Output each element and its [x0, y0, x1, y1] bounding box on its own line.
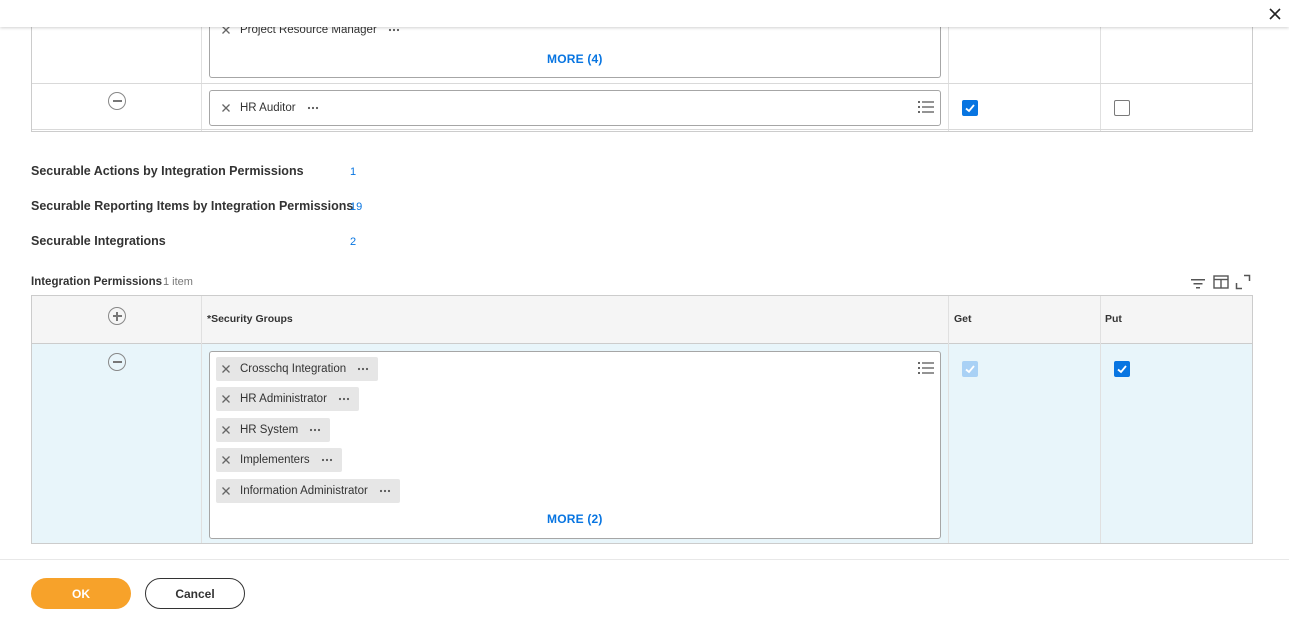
cancel-button[interactable]: Cancel	[145, 578, 245, 609]
pill-label: HR System	[240, 424, 299, 436]
more-link[interactable]: MORE (4)	[547, 52, 603, 66]
get-checkbox[interactable]	[962, 361, 978, 377]
prompt-list-icon[interactable]	[918, 100, 934, 114]
integration-permissions-title: Integration Permissions	[31, 276, 163, 288]
column-divider	[1100, 296, 1101, 543]
edit-permissions-page: Project Resource Manager MORE (4) HR Aud…	[0, 0, 1289, 625]
selected-item-pill: HR System	[216, 418, 331, 442]
page-header-bar	[0, 0, 1289, 27]
remove-item-icon[interactable]	[221, 364, 231, 374]
pill-label: HR Auditor	[240, 102, 296, 114]
more-options-icon[interactable]	[356, 364, 370, 374]
column-layout-icon[interactable]	[1213, 274, 1229, 290]
more-options-icon[interactable]	[337, 394, 351, 404]
item-count: 1 item	[163, 276, 193, 288]
remove-item-icon[interactable]	[221, 394, 231, 404]
more-link[interactable]: MORE (2)	[547, 512, 603, 526]
remove-item-icon[interactable]	[221, 486, 231, 496]
securable-actions-label: Securable Actions by Integration Permiss…	[31, 164, 304, 178]
row-divider	[32, 83, 1252, 84]
footer-divider	[0, 559, 1289, 560]
column-divider	[948, 296, 949, 543]
close-icon[interactable]	[1266, 5, 1284, 23]
prompt-list-icon[interactable]	[918, 361, 934, 375]
more-options-icon[interactable]	[308, 425, 322, 435]
checkmark-icon	[965, 365, 975, 374]
remove-row-icon[interactable]	[108, 353, 126, 371]
row-divider	[32, 129, 1252, 130]
selected-item-pill: HR Auditor	[216, 96, 328, 120]
pill-label: Implementers	[240, 454, 310, 466]
put-checkbox[interactable]	[1114, 100, 1130, 116]
selected-item-pill: Implementers	[216, 448, 342, 472]
more-options-icon[interactable]	[320, 455, 334, 465]
pill-label: Information Administrator	[240, 485, 368, 497]
more-options-icon[interactable]	[306, 103, 320, 113]
securable-integrations-label: Securable Integrations	[31, 234, 166, 248]
securable-reporting-items-label: Securable Reporting Items by Integration…	[31, 199, 354, 213]
remove-item-icon[interactable]	[221, 103, 231, 113]
filter-icon[interactable]	[1190, 276, 1206, 292]
ok-button[interactable]: OK	[31, 578, 131, 609]
get-column-header[interactable]: Get	[954, 313, 972, 325]
checkmark-icon	[1117, 365, 1127, 374]
expand-icon[interactable]	[1235, 274, 1251, 290]
pill-label: Crosschq Integration	[240, 363, 347, 375]
security-groups-column-header[interactable]: *Security Groups	[207, 313, 293, 325]
securable-reporting-items-count[interactable]: 19	[350, 201, 362, 213]
securable-actions-count[interactable]: 1	[350, 166, 356, 178]
selected-item-pill: Crosschq Integration	[216, 357, 379, 381]
selected-item-pill: Information Administrator	[216, 479, 400, 503]
get-checkbox[interactable]	[962, 100, 978, 116]
securable-integrations-count[interactable]: 2	[350, 236, 356, 248]
checkmark-icon	[965, 104, 975, 113]
put-column-header[interactable]: Put	[1105, 313, 1122, 325]
add-row-icon[interactable]	[108, 307, 126, 325]
column-divider	[201, 296, 202, 543]
selected-item-pill: HR Administrator	[216, 387, 359, 411]
remove-item-icon[interactable]	[221, 455, 231, 465]
more-options-icon[interactable]	[378, 486, 392, 496]
header-divider	[32, 343, 1252, 344]
pill-label: HR Administrator	[240, 393, 327, 405]
remove-row-icon[interactable]	[108, 92, 126, 110]
remove-item-icon[interactable]	[221, 425, 231, 435]
put-checkbox[interactable]	[1114, 361, 1130, 377]
